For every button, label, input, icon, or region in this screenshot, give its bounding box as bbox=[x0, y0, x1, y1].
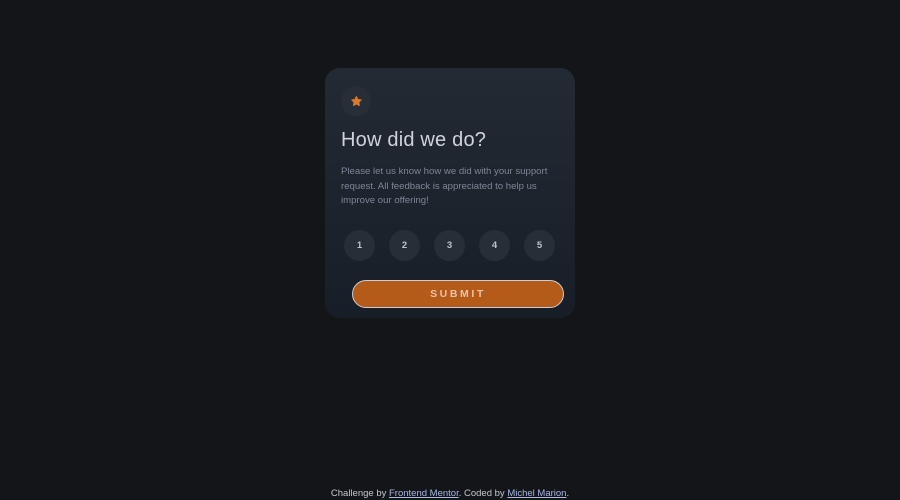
submit-button[interactable]: SUBMIT bbox=[352, 280, 564, 308]
rating-card: How did we do? Please let us know how we… bbox=[325, 68, 575, 318]
footer-suffix: . bbox=[566, 488, 570, 499]
footer-challenge-prefix: Challenge by bbox=[330, 488, 389, 499]
star-badge bbox=[341, 86, 371, 116]
card-description: Please let us know how we did with your … bbox=[341, 166, 548, 206]
footer-coded-prefix: . Coded by bbox=[458, 488, 508, 499]
rating-4-button[interactable]: 4 bbox=[479, 230, 510, 261]
card-title: How did we do? bbox=[341, 129, 487, 151]
rating-1-button[interactable]: 1 bbox=[344, 230, 375, 261]
author-link[interactable]: Michel Marion bbox=[507, 488, 566, 499]
rating-options: 1 2 3 4 5 bbox=[344, 230, 555, 261]
rating-5-button[interactable]: 5 bbox=[524, 230, 555, 261]
frontend-mentor-link[interactable]: Frontend Mentor bbox=[389, 488, 459, 499]
rating-2-button[interactable]: 2 bbox=[389, 230, 420, 261]
star-icon bbox=[350, 96, 362, 106]
attribution-footer: Challenge by Frontend Mentor. Coded by M… bbox=[0, 488, 900, 499]
rating-3-button[interactable]: 3 bbox=[434, 230, 465, 261]
